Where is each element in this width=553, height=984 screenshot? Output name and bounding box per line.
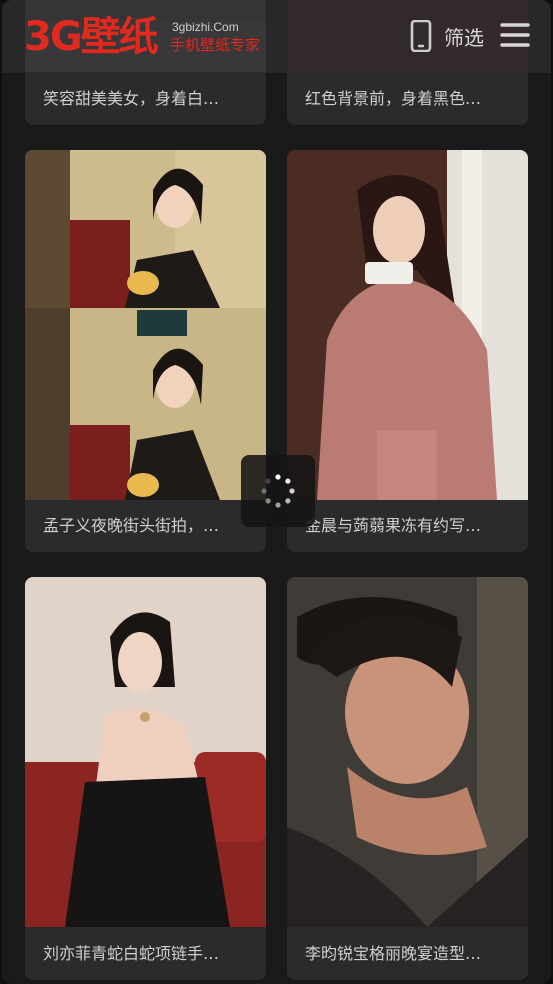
- wallpaper-thumbnail[interactable]: [25, 577, 266, 927]
- wallpaper-card[interactable]: 李昀锐宝格丽晚宴造型…: [287, 577, 528, 980]
- wallpaper-thumbnail[interactable]: [287, 577, 528, 927]
- filter-label: 筛选: [444, 25, 484, 50]
- logo-mark: 3G壁纸: [24, 14, 159, 60]
- wallpaper-title[interactable]: 笑容甜美美女，身着白…: [25, 73, 266, 125]
- phone-icon: [410, 20, 432, 52]
- wallpaper-card[interactable]: 孟子义夜晚街头街拍，…: [25, 150, 266, 552]
- wallpaper-card[interactable]: 金晨与蒟蒻果冻有约写…: [287, 150, 528, 552]
- menu-icon[interactable]: [500, 20, 530, 50]
- logo-domain: 3gbizhi.Com: [172, 20, 239, 34]
- site-logo[interactable]: 3G壁纸 3gbizhi.Com 手机壁纸专家: [24, 14, 264, 62]
- wallpaper-card[interactable]: 刘亦菲青蛇白蛇项链手…: [25, 577, 266, 980]
- wallpaper-thumbnail[interactable]: [287, 150, 528, 500]
- filter-button[interactable]: 筛选: [410, 18, 484, 54]
- logo-slogan: 手机壁纸专家: [170, 36, 261, 54]
- wallpaper-title[interactable]: 金晨与蒟蒻果冻有约写…: [287, 500, 528, 552]
- wallpaper-title[interactable]: 红色背景前，身着黑色…: [287, 73, 528, 125]
- wallpaper-thumbnail[interactable]: [25, 150, 266, 500]
- loading-spinner: [241, 455, 315, 527]
- wallpaper-title[interactable]: 李昀锐宝格丽晚宴造型…: [287, 928, 528, 980]
- app-frame: 笑容甜美美女，身着白… 红色背景前，身着黑色… 孟子义夜晚街头街拍，… 金晨与蒟…: [2, 0, 551, 984]
- top-header: 3G壁纸 3gbizhi.Com 手机壁纸专家 筛选: [2, 0, 551, 73]
- spinner-icon: [261, 474, 295, 508]
- wallpaper-title[interactable]: 孟子义夜晚街头街拍，…: [25, 500, 266, 552]
- wallpaper-title[interactable]: 刘亦菲青蛇白蛇项链手…: [25, 928, 266, 980]
